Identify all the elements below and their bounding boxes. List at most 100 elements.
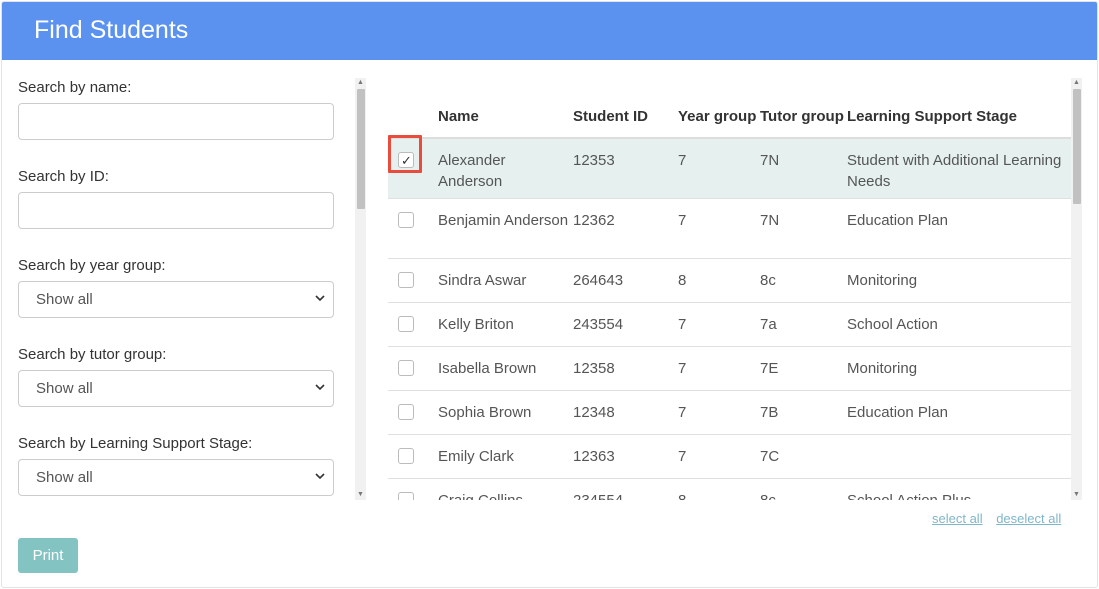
year-group-cell: 7 bbox=[678, 390, 760, 435]
year-group-cell: 7 bbox=[678, 198, 760, 259]
row-select-cell bbox=[388, 346, 438, 391]
tutor-group-cell: 7N bbox=[760, 138, 847, 199]
year-group-cell: 8 bbox=[678, 478, 760, 500]
scroll-down-arrow-icon[interactable]: ▼ bbox=[355, 490, 366, 500]
students-table-container: Name Student ID Year group Tutor group L… bbox=[388, 78, 1071, 500]
page-title: Find Students bbox=[34, 16, 189, 44]
table-row[interactable]: Emily Clark 12363 7 7C bbox=[388, 434, 1071, 479]
tutor-group-cell: 8c bbox=[760, 258, 847, 303]
page-header: Find Students bbox=[2, 2, 1097, 60]
student-id-cell: 234554 bbox=[573, 478, 678, 500]
table-row[interactable]: Sindra Aswar 264643 8 8c Monitoring bbox=[388, 258, 1071, 303]
support-stage-select-value: Show all bbox=[36, 469, 93, 486]
row-checkbox[interactable] bbox=[398, 403, 414, 420]
student-name-cell: Benjamin Anderson bbox=[438, 198, 573, 259]
students-table: Name Student ID Year group Tutor group L… bbox=[388, 78, 1071, 500]
id-filter-label: Search by ID: bbox=[18, 168, 109, 185]
deselect-all-link[interactable]: deselect all bbox=[996, 511, 1061, 526]
column-header-year-group[interactable]: Year group bbox=[678, 78, 760, 139]
selection-links: select all deselect all bbox=[932, 511, 1071, 526]
tutor-group-cell: 8c bbox=[760, 478, 847, 500]
chevron-down-icon bbox=[315, 384, 325, 391]
select-all-link[interactable]: select all bbox=[932, 511, 983, 526]
student-id-cell: 12353 bbox=[573, 138, 678, 199]
column-header-tutor-group[interactable]: Tutor group bbox=[760, 78, 847, 139]
student-name-cell: Kelly Briton bbox=[438, 302, 573, 347]
column-header-name[interactable]: Name bbox=[438, 78, 573, 139]
table-row[interactable]: Isabella Brown 12358 7 7E Monitoring bbox=[388, 346, 1071, 391]
support-stage-cell: Education Plan bbox=[847, 198, 1071, 259]
support-stage-cell: Monitoring bbox=[847, 258, 1071, 303]
student-name-cell: Isabella Brown bbox=[438, 346, 573, 391]
id-search-input[interactable] bbox=[18, 192, 334, 229]
table-row[interactable]: Benjamin Anderson 12362 7 7N Education Plan bbox=[388, 198, 1071, 259]
support-stage-cell: Monitoring bbox=[847, 346, 1071, 391]
row-checkbox[interactable] bbox=[398, 150, 414, 171]
column-header-support-stage[interactable]: Learning Support Stage bbox=[847, 78, 1071, 139]
student-name-cell: Alexander Anderson bbox=[438, 138, 573, 199]
tutor-group-cell: 7a bbox=[760, 302, 847, 347]
scroll-up-arrow-icon[interactable]: ▲ bbox=[355, 78, 366, 88]
year-group-cell: 7 bbox=[678, 434, 760, 479]
support-stage-cell: School Action bbox=[847, 302, 1071, 347]
name-search-input[interactable] bbox=[18, 103, 334, 140]
row-select-cell bbox=[388, 478, 438, 500]
support-stage-select[interactable]: Show all bbox=[18, 459, 334, 496]
row-checkbox[interactable] bbox=[398, 211, 414, 228]
row-select-cell bbox=[388, 258, 438, 303]
table-header-row: Name Student ID Year group Tutor group L… bbox=[388, 78, 1071, 139]
table-row[interactable]: Kelly Briton 243554 7 7a School Action bbox=[388, 302, 1071, 347]
scroll-up-arrow-icon[interactable]: ▲ bbox=[1071, 78, 1082, 88]
student-id-cell: 12363 bbox=[573, 434, 678, 479]
print-button[interactable]: Print bbox=[18, 538, 78, 573]
year-filter-label: Search by year group: bbox=[18, 257, 166, 274]
stage-filter-group: Search by Learning Support Stage: Show a… bbox=[18, 434, 334, 523]
row-checkbox[interactable] bbox=[398, 315, 414, 332]
table-row[interactable]: Sophia Brown 12348 7 7B Education Plan bbox=[388, 390, 1071, 435]
tutor-filter-group: Search by tutor group: Show all bbox=[18, 345, 334, 434]
scroll-down-arrow-icon[interactable]: ▼ bbox=[1071, 490, 1082, 500]
header-select-cell bbox=[388, 78, 438, 139]
support-stage-cell: Student with Additional Learning Needs bbox=[847, 138, 1071, 199]
year-group-select[interactable]: Show all bbox=[18, 281, 334, 318]
student-id-cell: 12362 bbox=[573, 198, 678, 259]
table-scrollbar[interactable]: ▲ ▼ bbox=[1071, 78, 1082, 500]
year-filter-group: Search by year group: Show all bbox=[18, 256, 334, 345]
row-checkbox[interactable] bbox=[398, 491, 414, 500]
chevron-down-icon bbox=[315, 295, 325, 302]
support-stage-cell: School Action Plus bbox=[847, 478, 1071, 500]
row-select-cell bbox=[388, 302, 438, 347]
year-group-select-value: Show all bbox=[36, 291, 93, 308]
table-row[interactable]: Craig Collins 234554 8 8c School Action Plus bbox=[388, 478, 1071, 500]
tutor-group-cell: 7C bbox=[760, 434, 847, 479]
chevron-down-icon bbox=[315, 473, 325, 480]
tutor-filter-label: Search by tutor group: bbox=[18, 346, 167, 363]
student-name-cell: Craig Collins bbox=[438, 478, 573, 500]
row-select-cell bbox=[388, 434, 438, 479]
year-group-cell: 7 bbox=[678, 346, 760, 391]
scrollbar-thumb[interactable] bbox=[357, 89, 365, 209]
row-checkbox[interactable] bbox=[398, 359, 414, 376]
student-id-cell: 243554 bbox=[573, 302, 678, 347]
year-group-cell: 7 bbox=[678, 302, 760, 347]
tutor-group-cell: 7E bbox=[760, 346, 847, 391]
row-checkbox[interactable] bbox=[398, 271, 414, 288]
find-students-panel: Find Students Search by name: Search by … bbox=[1, 1, 1098, 588]
tutor-group-select-value: Show all bbox=[36, 380, 93, 397]
support-stage-cell bbox=[847, 434, 1071, 479]
table-row[interactable]: Alexander Anderson1235377NStudent with A… bbox=[388, 138, 1071, 199]
filter-panel: Search by name: Search by ID: Search by … bbox=[2, 60, 372, 502]
scrollbar-thumb[interactable] bbox=[1073, 89, 1081, 204]
row-checkbox[interactable] bbox=[398, 447, 414, 464]
year-group-cell: 8 bbox=[678, 258, 760, 303]
tutor-group-cell: 7B bbox=[760, 390, 847, 435]
student-name-cell: Sophia Brown bbox=[438, 390, 573, 435]
student-name-cell: Sindra Aswar bbox=[438, 258, 573, 303]
column-header-student-id[interactable]: Student ID bbox=[573, 78, 678, 139]
student-id-cell: 12358 bbox=[573, 346, 678, 391]
id-filter-group: Search by ID: bbox=[18, 167, 334, 256]
support-stage-cell: Education Plan bbox=[847, 390, 1071, 435]
tutor-group-select[interactable]: Show all bbox=[18, 370, 334, 407]
row-select-cell bbox=[388, 138, 438, 199]
filter-panel-scrollbar[interactable]: ▲ ▼ bbox=[355, 78, 366, 500]
